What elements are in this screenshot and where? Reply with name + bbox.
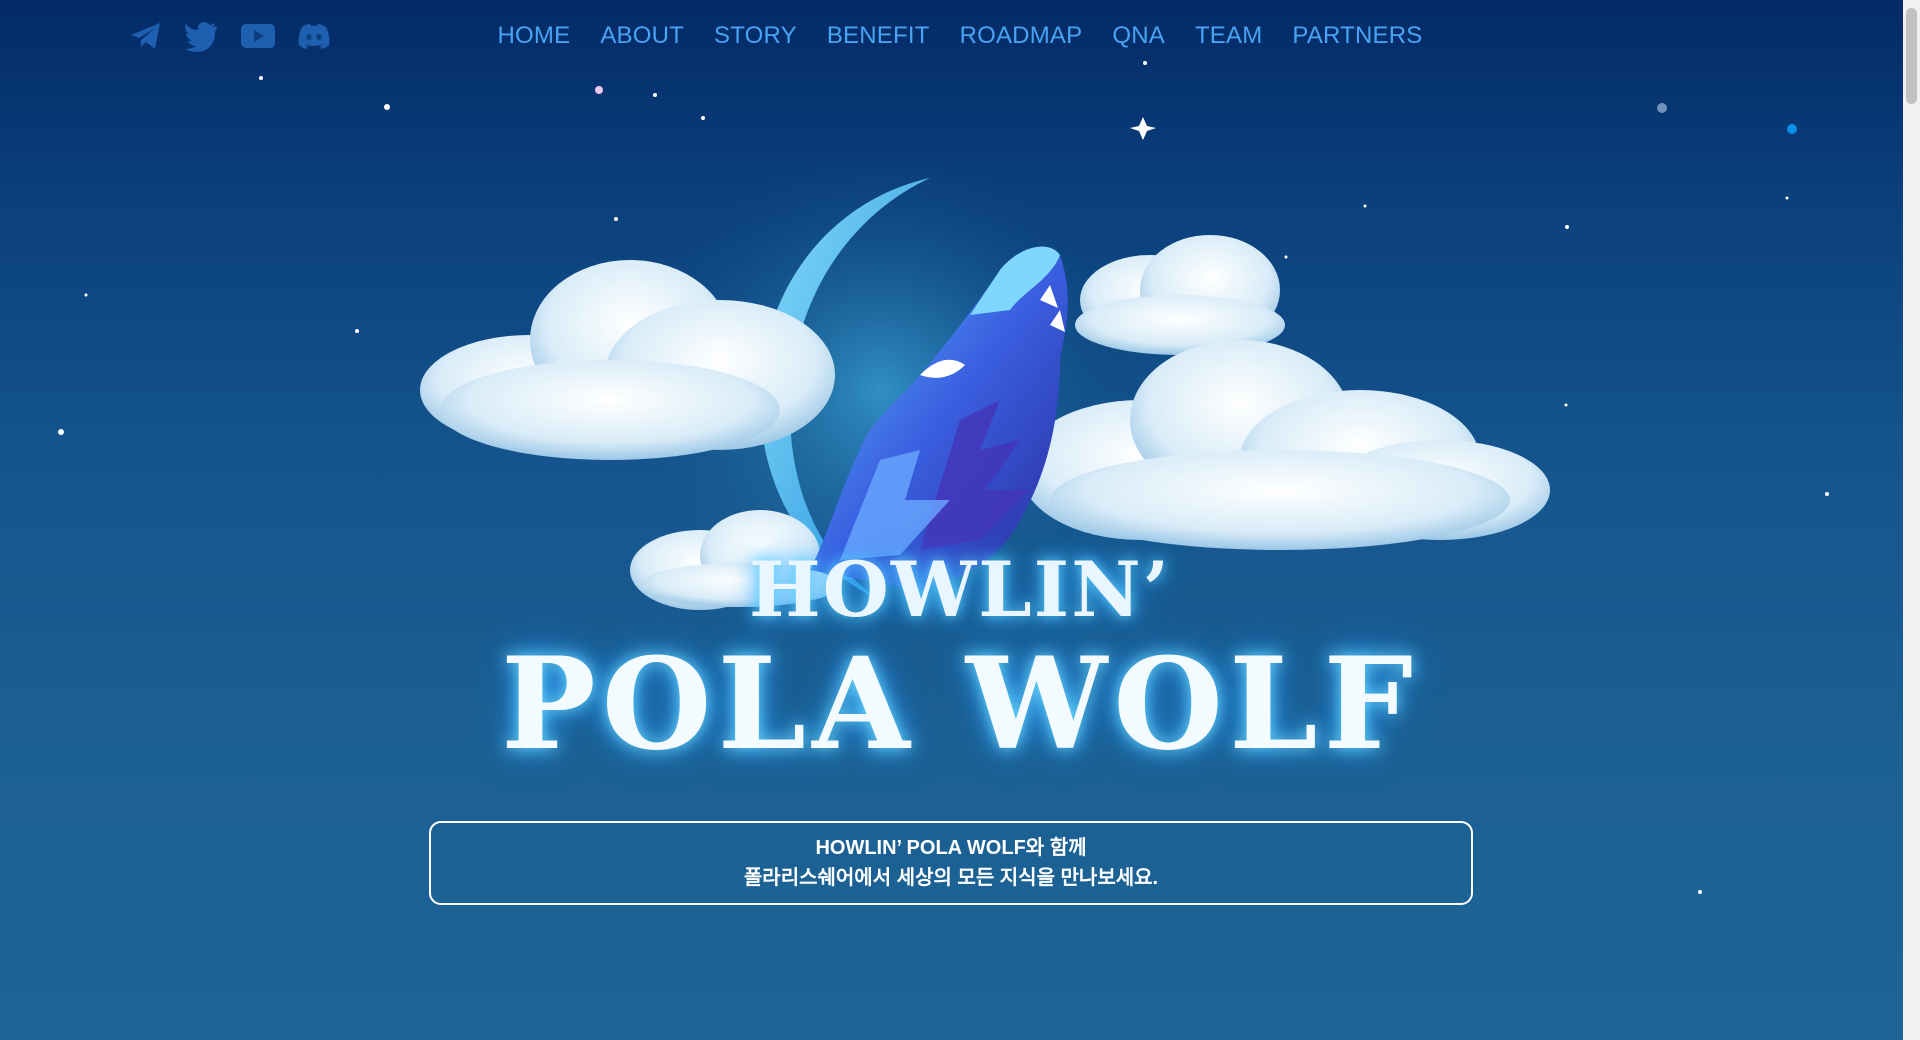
- cloud-right-top: [1075, 235, 1285, 355]
- main-nav: HOME ABOUT STORY BENEFIT ROADMAP QNA TEA…: [0, 22, 1920, 50]
- nav-qna[interactable]: QNA: [1112, 22, 1165, 49]
- scrollbar-thumb[interactable]: [1906, 8, 1917, 104]
- nav-home[interactable]: HOME: [498, 22, 571, 49]
- nav-partners[interactable]: PARTNERS: [1292, 22, 1422, 49]
- nav-roadmap[interactable]: ROADMAP: [960, 22, 1083, 49]
- page-scrollbar[interactable]: [1903, 0, 1920, 1040]
- intro-box: HOWLIN’ POLA WOLF와 함께 폴라리스쉐어에서 세상의 모든 지식…: [429, 821, 1473, 905]
- nav-team[interactable]: TEAM: [1195, 22, 1262, 49]
- nav-story[interactable]: STORY: [714, 22, 797, 49]
- hero-title-line1: HOWLIN’: [748, 545, 1172, 634]
- intro-line1: HOWLIN’ POLA WOLF와 함께: [815, 837, 1087, 859]
- nav-about[interactable]: ABOUT: [600, 22, 684, 49]
- hero-title-line2: POLA WOLF: [500, 630, 1420, 778]
- nav-benefit[interactable]: BENEFIT: [827, 22, 930, 49]
- intro-line2: 폴라리스쉐어에서 세상의 모든 지식을 만나보세요.: [743, 867, 1159, 889]
